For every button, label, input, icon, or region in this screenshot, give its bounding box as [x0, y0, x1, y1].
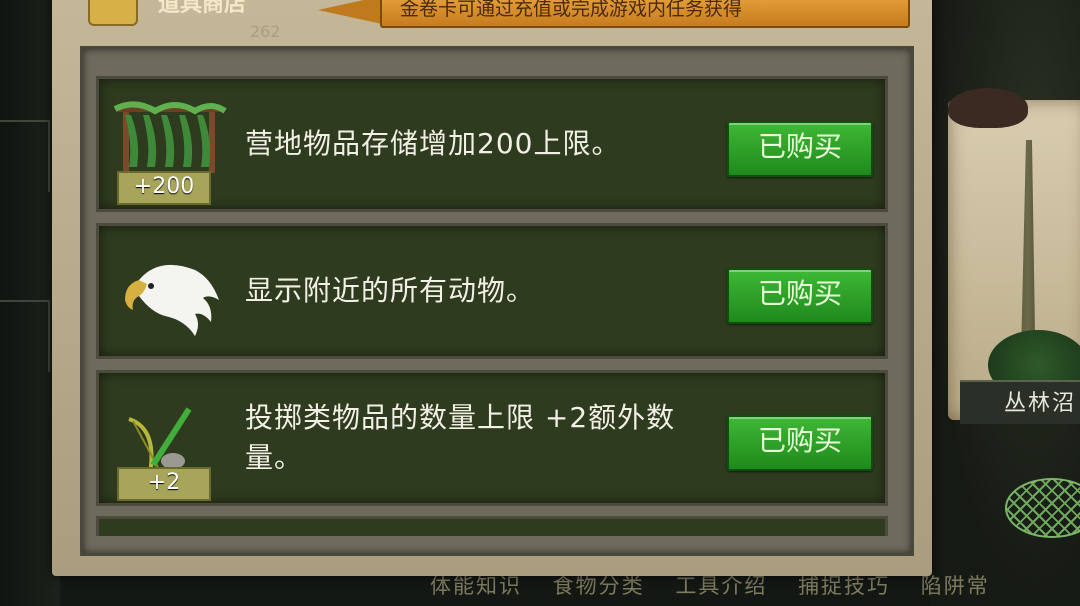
purchased-button[interactable]: 已购买	[727, 415, 873, 471]
jungle-swamp-label[interactable]: 丛林沼	[960, 380, 1080, 424]
notice-banner: 金卷卡可通过充值或完成游戏内任务获得	[380, 0, 910, 28]
item-description: 营地物品存储增加200上限。	[245, 127, 621, 160]
tab-food[interactable]: 食物分类	[553, 574, 645, 598]
item-description: 显示附近的所有动物。	[245, 274, 536, 307]
tab-traps[interactable]: 陷阱常	[921, 574, 990, 598]
jungle-swamp-card[interactable]	[948, 88, 1080, 420]
tab-catching[interactable]: 捕捉技巧	[798, 574, 890, 598]
item-description: 投掷类物品的数量上限 +2额外数量。	[245, 401, 676, 474]
list-item: +2 投掷类物品的数量上限 +2额外数量。 已购买	[96, 370, 888, 506]
gold-count: 262	[250, 22, 281, 41]
list-item: 显示附近的所有动物。 已购买	[96, 223, 888, 359]
list-item-partial	[96, 516, 888, 536]
purchased-button[interactable]: 已购买	[727, 121, 873, 177]
purchased-button[interactable]: 已购买	[727, 268, 873, 324]
bird-illustration-icon	[948, 88, 1028, 128]
list-item: +200 营地物品存储增加200上限。 已购买	[96, 76, 888, 212]
background-frame-edge	[0, 300, 50, 372]
eagle-icon	[125, 264, 219, 336]
shop-title: 道具商店	[158, 0, 247, 17]
tab-stamina[interactable]: 体能知识	[430, 574, 522, 598]
shop-icon	[88, 0, 138, 26]
capacity-badge: +200	[117, 171, 211, 205]
quantity-badge: +2	[117, 467, 211, 501]
background-left	[0, 0, 60, 606]
tab-tools[interactable]: 工具介绍	[675, 574, 767, 598]
notice-arrow-icon	[318, 0, 382, 24]
background-frame-edge	[0, 120, 50, 192]
